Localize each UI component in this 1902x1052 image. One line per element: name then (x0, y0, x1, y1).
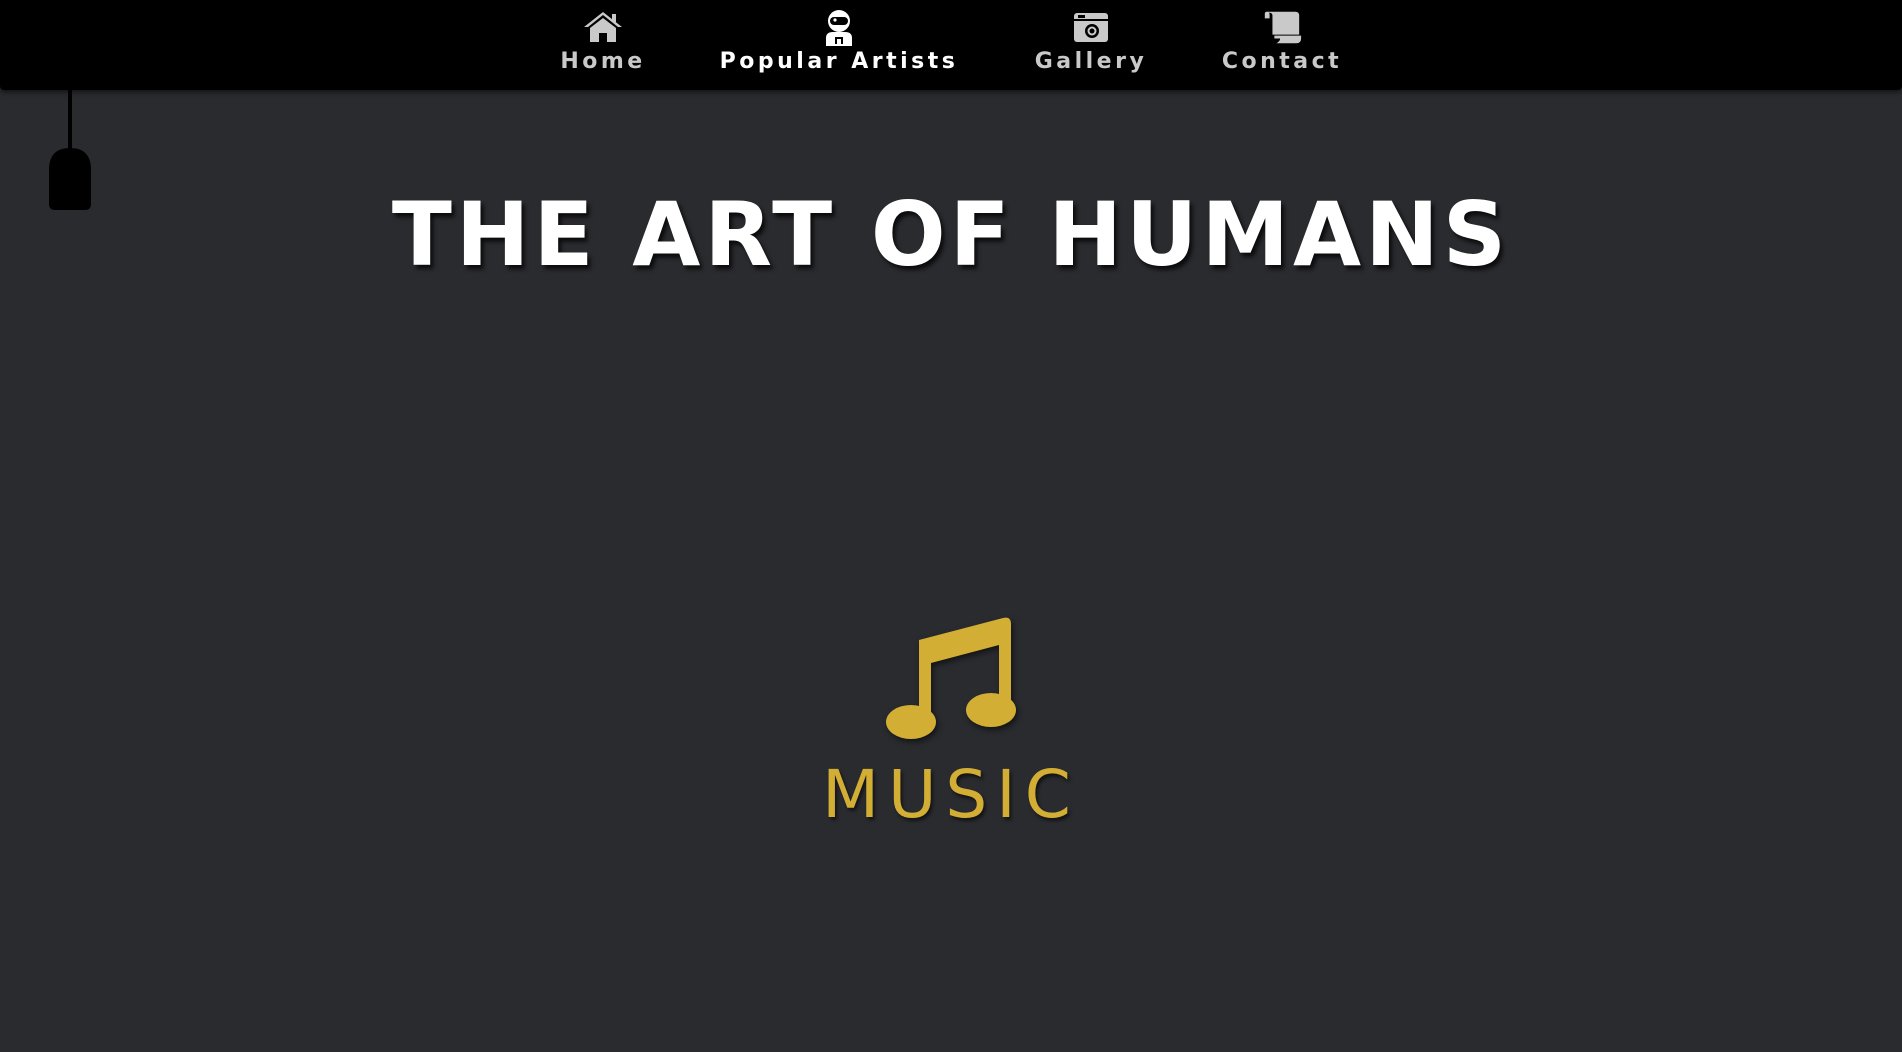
nav-item-label: Contact (1221, 49, 1343, 74)
category-label: MUSIC (822, 756, 1080, 833)
nav-item-contact[interactable]: Contact (1222, 0, 1342, 90)
nav-item-label: Home (560, 49, 646, 74)
music-note-icon (881, 610, 1021, 748)
nav-item-popular-artists[interactable]: Popular Artists (719, 0, 959, 90)
category-music[interactable]: MUSIC (801, 610, 1101, 850)
nav-item-label: Gallery (1034, 49, 1148, 74)
home-icon (582, 8, 624, 46)
scroll-icon (1261, 8, 1303, 46)
nav-item-label: Popular Artists (719, 49, 959, 74)
nav-item-gallery[interactable]: Gallery (1034, 0, 1148, 90)
astronaut-icon (818, 8, 860, 46)
top-navbar: Home Popular Artists Gallery Contact (0, 0, 1902, 90)
page-title: THE ART OF HUMANS (391, 183, 1511, 286)
nav-item-home[interactable]: Home (556, 0, 650, 90)
camera-icon (1070, 8, 1112, 46)
